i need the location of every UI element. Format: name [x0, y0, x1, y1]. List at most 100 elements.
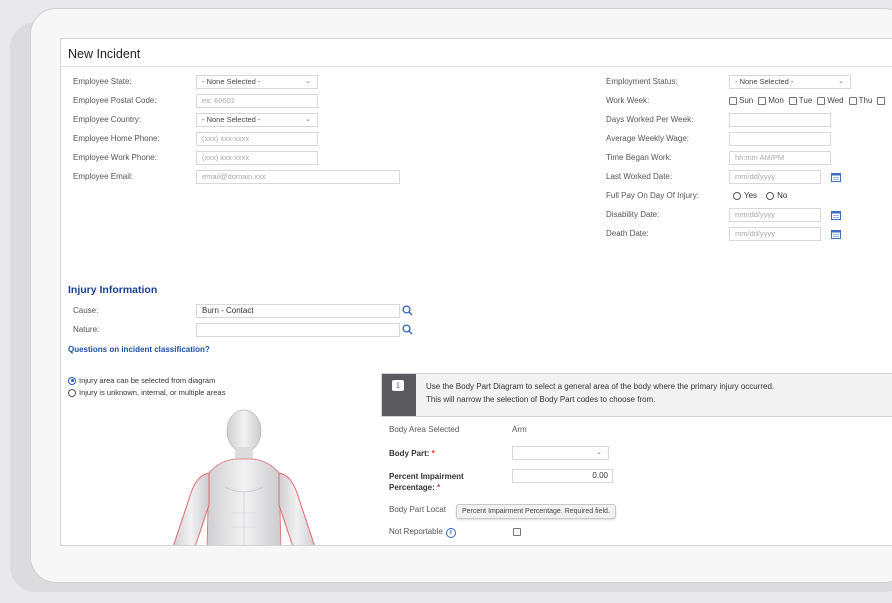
- day-label: Thu: [858, 96, 873, 105]
- death-date-input[interactable]: mm/dd/yyyy: [729, 227, 821, 241]
- body-part-diagram[interactable]: [169, 401, 319, 545]
- full-pay-no-radio[interactable]: [766, 191, 775, 200]
- avg-weekly-wage-input[interactable]: [729, 132, 831, 146]
- employee-state-label: Employee State:: [73, 77, 132, 86]
- last-worked-date-input[interactable]: mm/dd/yyyy: [729, 170, 821, 184]
- nature-input[interactable]: [196, 323, 400, 337]
- title-divider: [61, 66, 892, 67]
- employment-status-select[interactable]: - None Selected - ⌄: [729, 75, 851, 89]
- body-area-selected-label: Body Area Selected: [389, 425, 460, 434]
- classification-help-link[interactable]: Questions on incident classification?: [68, 345, 210, 354]
- chevron-down-icon: ⌄: [305, 116, 311, 123]
- work-week-thu[interactable]: Thu: [848, 96, 873, 105]
- last-worked-date-label: Last Worked Date:: [606, 172, 673, 181]
- work-week-next[interactable]: [877, 96, 887, 105]
- chevron-down-icon: ⌄: [838, 78, 844, 85]
- nature-label: Nature:: [73, 325, 100, 334]
- chevron-down-icon: ⌄: [596, 449, 602, 456]
- employment-status-label: Employment Status:: [606, 77, 678, 86]
- employee-home-phone-label: Employee Home Phone:: [73, 134, 160, 143]
- cause-input[interactable]: Burn - Contact: [196, 304, 400, 318]
- injury-information-heading: Injury Information: [68, 284, 158, 296]
- area-unknown-radio[interactable]: [68, 388, 76, 397]
- cause-label: Cause:: [73, 306, 99, 315]
- info-text: Use the Body Part Diagram to select a ge…: [426, 380, 774, 406]
- checkbox[interactable]: [848, 96, 857, 105]
- work-week-wed[interactable]: Wed: [817, 96, 844, 105]
- area-diagram-option[interactable]: Injury area can be selected from diagram: [68, 376, 215, 385]
- work-week-sun[interactable]: Sun: [729, 96, 753, 105]
- info-icon[interactable]: i: [445, 528, 456, 538]
- avg-weekly-wage-label: Average Weekly Wage:: [606, 134, 690, 143]
- day-label: Tue: [798, 96, 813, 105]
- checkbox[interactable]: [817, 96, 826, 105]
- not-reportable-label: Not Reportable i: [389, 526, 456, 538]
- checkbox[interactable]: [877, 96, 886, 105]
- disability-date-label: Disability Date:: [606, 210, 660, 219]
- incident-form-panel: New Incident Employee State: - None Sele…: [60, 38, 892, 546]
- time-began-work-label: Time Began Work:: [606, 153, 672, 162]
- day-label: Sun: [739, 96, 754, 105]
- employment-status-value: - None Selected -: [735, 77, 794, 86]
- employee-work-phone-input[interactable]: (xxx) xxx-xxxx: [196, 151, 318, 165]
- employee-email-input[interactable]: email@domain.xxx: [196, 170, 400, 184]
- required-marker: *: [431, 449, 435, 458]
- employee-home-phone-input[interactable]: (xxx) xxx-xxxx: [196, 132, 318, 146]
- employee-postal-code-label: Employee Postal Code:: [73, 96, 157, 105]
- calendar-icon[interactable]: [831, 210, 841, 220]
- calendar-icon[interactable]: [831, 172, 841, 182]
- work-week-mon[interactable]: Mon: [758, 96, 784, 105]
- info-icon: i: [392, 380, 404, 391]
- percent-impairment-tooltip: Percent Impairment Percentage. Required …: [456, 504, 616, 519]
- full-pay-yes-radio[interactable]: [733, 191, 741, 200]
- body-part-select[interactable]: ⌄: [512, 446, 609, 460]
- death-date-label: Death Date:: [606, 229, 649, 238]
- checkbox[interactable]: [788, 96, 797, 105]
- days-worked-label: Days Worked Per Week:: [606, 115, 694, 124]
- employee-country-select[interactable]: - None Selected - ⌄: [196, 113, 318, 127]
- employee-country-value: - None Selected -: [202, 115, 261, 124]
- body-part-label-text: Body Part:: [389, 449, 430, 458]
- search-icon[interactable]: [402, 324, 413, 335]
- day-label: Wed: [827, 96, 844, 105]
- body-area-selected-value: Arm: [512, 425, 527, 434]
- info-text-line1: Use the Body Part Diagram to select a ge…: [426, 382, 775, 391]
- chevron-down-icon: ⌄: [305, 78, 311, 85]
- not-reportable-checkbox[interactable]: [513, 528, 521, 536]
- full-pay-radios: Yes No: [733, 191, 787, 200]
- required-marker: *: [437, 483, 441, 492]
- area-unknown-option-label: Injury is unknown, internal, or multiple…: [79, 388, 226, 397]
- full-pay-label: Full Pay On Day Of Injury:: [606, 191, 699, 200]
- body-part-label: Body Part: *: [389, 448, 435, 459]
- info-text-line2: This will narrow the selection of Body P…: [426, 395, 656, 404]
- percent-impairment-label: Percent Impairment Percentage: *: [389, 471, 464, 493]
- employee-work-phone-label: Employee Work Phone:: [73, 153, 157, 162]
- search-icon[interactable]: [402, 305, 413, 316]
- area-unknown-option[interactable]: Injury is unknown, internal, or multiple…: [68, 388, 225, 397]
- checkbox[interactable]: [729, 96, 737, 105]
- time-began-work-input[interactable]: hh:mm AM/PM: [729, 151, 831, 165]
- body-part-location-label: Body Part Locat: [389, 505, 446, 514]
- disability-date-input[interactable]: mm/dd/yyyy: [729, 208, 821, 222]
- area-diagram-radio[interactable]: [68, 376, 76, 385]
- employee-state-select[interactable]: - None Selected - ⌄: [196, 75, 318, 89]
- percent-impairment-input[interactable]: 0.00: [512, 469, 613, 483]
- full-pay-yes-label: Yes: [744, 191, 758, 200]
- page-title: New Incident: [68, 47, 141, 61]
- employee-country-label: Employee Country:: [73, 115, 142, 124]
- not-reportable-label-text: Not Reportable: [389, 527, 443, 536]
- checkbox[interactable]: [758, 96, 767, 105]
- work-week-label: Work Week:: [606, 96, 650, 105]
- full-pay-no-label: No: [777, 191, 788, 200]
- day-label: Mon: [768, 96, 784, 105]
- work-week-tue[interactable]: Tue: [788, 96, 813, 105]
- percent-impairment-label-line2: Percentage:: [389, 483, 435, 492]
- body-part-info-box: i Use the Body Part Diagram to select a …: [381, 373, 892, 417]
- info-strip: i: [382, 374, 416, 416]
- calendar-icon[interactable]: [831, 229, 841, 239]
- days-worked-input[interactable]: [729, 113, 831, 127]
- employee-state-value: - None Selected -: [202, 77, 261, 86]
- employee-email-label: Employee Email:: [73, 172, 134, 181]
- employee-postal-code-input[interactable]: ex: 60601: [196, 94, 318, 108]
- work-week-checkboxes: Sun Mon Tue Wed Thu: [729, 96, 889, 105]
